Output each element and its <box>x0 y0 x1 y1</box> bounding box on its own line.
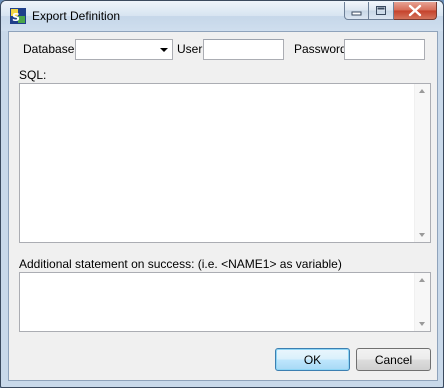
svg-text:S: S <box>12 11 20 24</box>
scroll-up-icon[interactable] <box>419 89 425 93</box>
sql-label: SQL: <box>19 68 47 82</box>
minimize-button[interactable] <box>344 2 369 20</box>
cancel-button[interactable]: Cancel <box>356 348 431 371</box>
additional-statement-textarea[interactable] <box>19 272 431 332</box>
export-definition-window: S Export Definition Database: User Passw… <box>0 0 444 388</box>
close-icon <box>408 4 422 17</box>
additional-statement-label: Additional statement on success: (i.e. <… <box>19 257 342 271</box>
window-title: Export Definition <box>32 9 121 23</box>
app-icon: S <box>10 8 26 24</box>
password-input[interactable] <box>344 39 425 60</box>
database-select[interactable] <box>75 39 173 60</box>
minimize-icon <box>351 11 362 16</box>
dialog-body: Database: User Password SQL: Additional … <box>8 31 438 381</box>
maximize-button[interactable] <box>369 2 394 20</box>
sql-scrollbar[interactable] <box>414 84 430 242</box>
maximize-icon <box>376 6 386 15</box>
scroll-down-icon[interactable] <box>419 322 425 326</box>
user-label: User <box>177 42 203 56</box>
scroll-down-icon[interactable] <box>419 233 425 237</box>
user-input[interactable] <box>203 39 284 60</box>
close-button[interactable] <box>394 2 437 20</box>
scroll-up-icon[interactable] <box>419 278 425 282</box>
chevron-down-icon <box>160 48 168 52</box>
additional-statement-scrollbar[interactable] <box>414 273 430 331</box>
password-label: Password <box>294 42 347 56</box>
database-label: Database: <box>23 42 78 56</box>
title-bar[interactable]: S Export Definition <box>1 1 443 31</box>
ok-button[interactable]: OK <box>275 348 350 371</box>
sql-textarea[interactable] <box>19 83 431 243</box>
